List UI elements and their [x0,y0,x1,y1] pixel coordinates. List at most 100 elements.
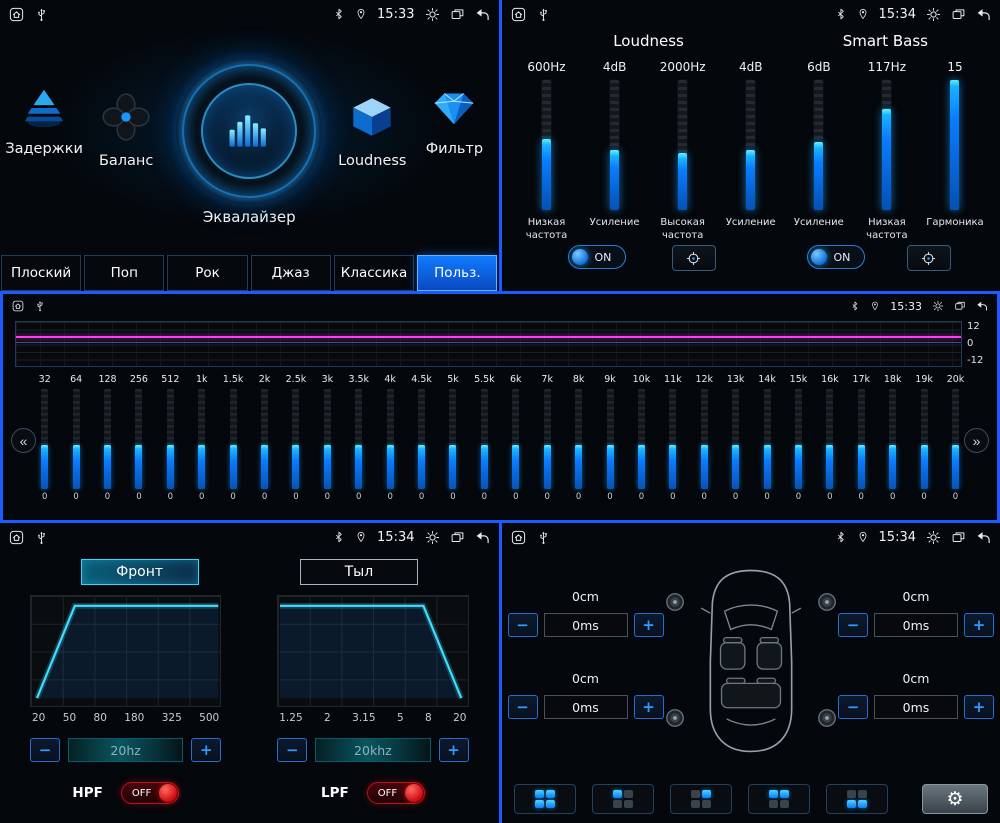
slider-track[interactable] [882,80,891,210]
band-slider[interactable] [575,389,582,489]
smart-bass-reset-button[interactable] [907,245,951,271]
band-slider[interactable] [41,389,48,489]
slider-track[interactable] [746,80,755,210]
lpf-decrease-button[interactable] [277,738,307,762]
next-page-button[interactable] [964,428,989,453]
band-slider[interactable] [104,389,111,489]
band-slider[interactable] [921,389,928,489]
band-slider[interactable] [732,389,739,489]
home-icon[interactable] [12,300,24,312]
band-slider[interactable] [167,389,174,489]
hpf-off-toggle[interactable]: OFF [121,782,179,804]
hpf-decrease-button[interactable] [30,738,60,762]
decrease-delay-button[interactable] [508,613,538,637]
recents-icon[interactable] [450,7,465,22]
brightness-icon[interactable] [932,300,944,312]
home-icon[interactable] [511,7,526,22]
band-slider[interactable] [952,389,959,489]
band-slider[interactable] [418,389,425,489]
slider-track[interactable] [678,80,687,210]
band-slider[interactable] [889,389,896,489]
increase-delay-button[interactable] [964,695,994,719]
band-slider[interactable] [73,389,80,489]
increase-delay-button[interactable] [634,613,664,637]
preset-tab[interactable]: Классика [334,255,415,291]
band-slider[interactable] [135,389,142,489]
band-slider[interactable] [198,389,205,489]
band-slider[interactable] [230,389,237,489]
lpf-off-toggle[interactable]: OFF [367,782,425,804]
back-icon[interactable] [976,300,988,312]
preset-tab[interactable]: Поп [84,255,164,291]
loudness-on-toggle[interactable]: ON [568,245,626,269]
increase-delay-button[interactable] [634,695,664,719]
lpf-increase-button[interactable] [439,738,469,762]
preset-tab[interactable]: Плоский [1,255,81,291]
slider-track[interactable] [542,80,551,210]
listening-position-button[interactable] [514,784,576,814]
menu-item-equalizer[interactable]: Эквалайзер [168,58,330,226]
preset-tab[interactable]: Джаз [251,255,331,291]
menu-item-loudness[interactable]: Loudness [330,90,414,169]
slider-track[interactable] [610,80,619,210]
band-slider[interactable] [764,389,771,489]
home-icon[interactable] [511,530,526,545]
increase-delay-button[interactable] [964,613,994,637]
tab-front[interactable]: Фронт [81,559,199,585]
menu-item-filter[interactable]: Фильтр [414,82,494,157]
band-slider[interactable] [701,389,708,489]
hpf-frequency-track[interactable]: 20hz [68,738,183,762]
slider-track[interactable] [950,80,959,210]
brightness-icon[interactable] [425,7,440,22]
clock: 15:33 [890,300,922,313]
back-icon[interactable] [475,530,490,545]
lpf-frequency-track[interactable]: 20khz [315,738,430,762]
home-icon[interactable] [9,530,24,545]
loudness-reset-button[interactable] [672,245,716,271]
band-slider[interactable] [449,389,456,489]
slider-track[interactable] [814,80,823,210]
listening-position-button[interactable] [592,784,654,814]
band-slider[interactable] [387,389,394,489]
brightness-icon[interactable] [926,7,941,22]
listening-position-button[interactable] [670,784,732,814]
band-slider[interactable] [638,389,645,489]
band-slider[interactable] [481,389,488,489]
band-slider[interactable] [795,389,802,489]
band-slider[interactable] [324,389,331,489]
axis-tick-label: 5 [397,712,404,724]
band-slider[interactable] [544,389,551,489]
recents-icon[interactable] [450,530,465,545]
smart-bass-on-toggle[interactable]: ON [807,245,865,269]
preset-tab[interactable]: Рок [167,255,247,291]
recents-icon[interactable] [954,300,966,312]
menu-item-delays[interactable]: Задержки [4,82,84,157]
band-slider[interactable] [858,389,865,489]
preset-tab[interactable]: Польз. [417,255,497,291]
decrease-delay-button[interactable] [508,695,538,719]
listening-position-button[interactable] [748,784,810,814]
band-slider[interactable] [355,389,362,489]
recents-icon[interactable] [951,7,966,22]
recents-icon[interactable] [951,530,966,545]
back-icon[interactable] [976,530,991,545]
band-slider[interactable] [512,389,519,489]
brightness-icon[interactable] [425,530,440,545]
hpf-increase-button[interactable] [191,738,221,762]
band-slider[interactable] [826,389,833,489]
settings-button[interactable]: ⚙ [922,784,988,814]
band-slider[interactable] [607,389,614,489]
back-icon[interactable] [976,7,991,22]
listening-position-button[interactable] [826,784,888,814]
band-slider[interactable] [292,389,299,489]
band-slider[interactable] [261,389,268,489]
tab-rear[interactable]: Тыл [300,559,418,585]
decrease-delay-button[interactable] [838,613,868,637]
menu-item-balance[interactable]: Баланс [84,90,168,169]
home-icon[interactable] [9,7,24,22]
back-icon[interactable] [475,7,490,22]
decrease-delay-button[interactable] [838,695,868,719]
prev-page-button[interactable] [11,428,36,453]
brightness-icon[interactable] [926,530,941,545]
band-slider[interactable] [669,389,676,489]
